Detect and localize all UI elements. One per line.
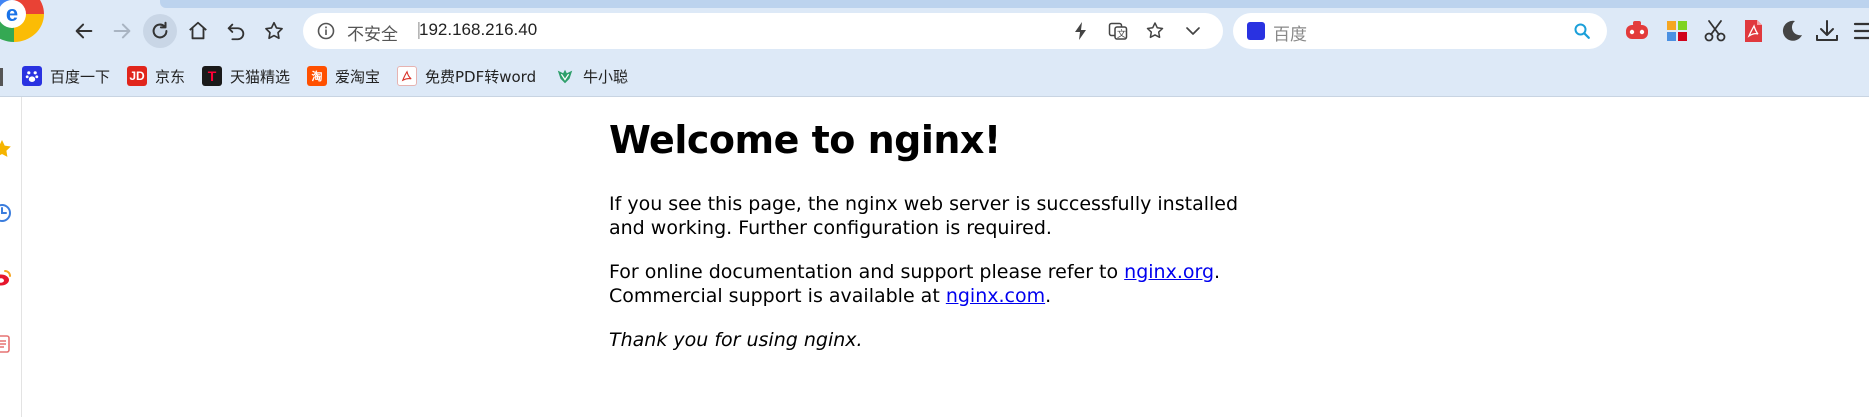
tab-strip	[160, 0, 1869, 8]
undo-icon	[227, 23, 245, 41]
taobao-icon: 淘	[307, 66, 327, 86]
leaf-icon	[555, 66, 575, 86]
forward-button[interactable]	[105, 14, 139, 48]
commercial-period: .	[1045, 284, 1052, 307]
jd-icon: JD	[127, 66, 147, 86]
support-period: .	[1214, 260, 1221, 283]
bookmark-pdf[interactable]: 免费PDF转word	[397, 64, 536, 88]
favorite-button[interactable]	[257, 14, 291, 48]
page-content: Welcome to nginx! If you see this page, …	[609, 118, 1249, 372]
gamepad-icon[interactable]	[1624, 18, 1650, 44]
bookmark-label: 免费PDF转word	[425, 67, 537, 86]
nginx-com-link[interactable]: nginx.com	[946, 285, 1045, 307]
bookmarks-bar: 百度一下 JD 京东 T 天猫精选 淘 爱淘宝 免费PDF转word 牛小聪	[0, 60, 1869, 92]
intro-paragraph: If you see this page, the nginx web serv…	[609, 192, 1239, 239]
reload-button[interactable]	[143, 14, 177, 48]
security-label: 不安全	[347, 25, 398, 45]
bookmark-label: 京东	[155, 67, 186, 86]
search-icon[interactable]	[1573, 22, 1591, 40]
undo-close-button[interactable]	[219, 14, 253, 48]
translate-icon[interactable]: 文	[1108, 21, 1128, 41]
nginx-org-link[interactable]: nginx.org	[1124, 261, 1214, 283]
history-clock-icon[interactable]	[0, 203, 12, 223]
pdf-tool-icon[interactable]	[1740, 18, 1766, 44]
address-bar[interactable]: 不安全 | 192.168.216.40 文	[303, 13, 1223, 49]
bookmark-label: 百度一下	[50, 67, 111, 86]
home-icon	[189, 21, 207, 40]
forward-arrow-icon	[113, 23, 131, 39]
bookmarks-edge	[0, 68, 3, 86]
bookmark-label: 爱淘宝	[335, 67, 381, 86]
night-mode-icon[interactable]	[1778, 18, 1804, 44]
baidu-paw-icon[interactable]	[1247, 22, 1265, 40]
bookmark-tmall[interactable]: T 天猫精选	[202, 64, 290, 88]
bookmark-star-icon[interactable]	[1145, 21, 1165, 41]
support-paragraph: For online documentation and support ple…	[609, 260, 1249, 308]
pdf-icon	[397, 66, 417, 86]
side-panel	[0, 97, 22, 417]
chrome-divider	[0, 96, 1869, 97]
lightning-icon[interactable]	[1071, 21, 1091, 41]
support-text: For online documentation and support ple…	[609, 260, 1125, 283]
thanks-paragraph: Thank you for using nginx.	[609, 328, 1249, 352]
commercial-text: Commercial support is available at	[609, 284, 946, 307]
search-input[interactable]: 百度	[1273, 20, 1307, 45]
weibo-icon[interactable]	[0, 268, 12, 288]
browser-logo-icon[interactable]: e	[0, 0, 44, 42]
scissors-icon[interactable]	[1702, 18, 1728, 44]
reload-icon	[152, 21, 168, 39]
page-title: Welcome to nginx!	[609, 118, 1001, 162]
thanks-text: Thank you for using nginx.	[609, 328, 863, 351]
bookmark-baidu[interactable]: 百度一下	[22, 64, 110, 88]
bookmark-jd[interactable]: JD 京东	[127, 64, 185, 88]
search-box[interactable]: 百度	[1233, 13, 1607, 49]
tmall-icon: T	[202, 66, 222, 86]
url-text[interactable]: 192.168.216.40	[419, 20, 537, 40]
download-icon[interactable]	[1814, 18, 1840, 44]
browser-chrome: e 不安全 | 192.168.216.40 文 百度 百度一下 JD 京东 T…	[0, 0, 1869, 97]
bookmark-label: 天猫精选	[230, 67, 291, 86]
info-icon[interactable]	[317, 22, 335, 40]
menu-icon[interactable]	[1853, 18, 1869, 44]
bookmark-taobao[interactable]: 淘 爱淘宝	[307, 64, 380, 88]
bookmark-niuxiaocong[interactable]: 牛小聪	[555, 64, 628, 88]
home-button[interactable]	[181, 14, 215, 48]
bookmark-label: 牛小聪	[583, 67, 629, 86]
back-arrow-icon	[75, 23, 93, 39]
baidu-paw-icon	[22, 66, 42, 86]
notes-icon[interactable]	[0, 334, 12, 354]
svg-text:文: 文	[1117, 28, 1126, 40]
chevron-down-icon[interactable]	[1183, 21, 1203, 41]
star-icon	[265, 21, 283, 40]
favorites-star-icon[interactable]	[0, 139, 12, 159]
back-button[interactable]	[67, 14, 101, 48]
apps-grid-icon[interactable]	[1664, 18, 1690, 44]
